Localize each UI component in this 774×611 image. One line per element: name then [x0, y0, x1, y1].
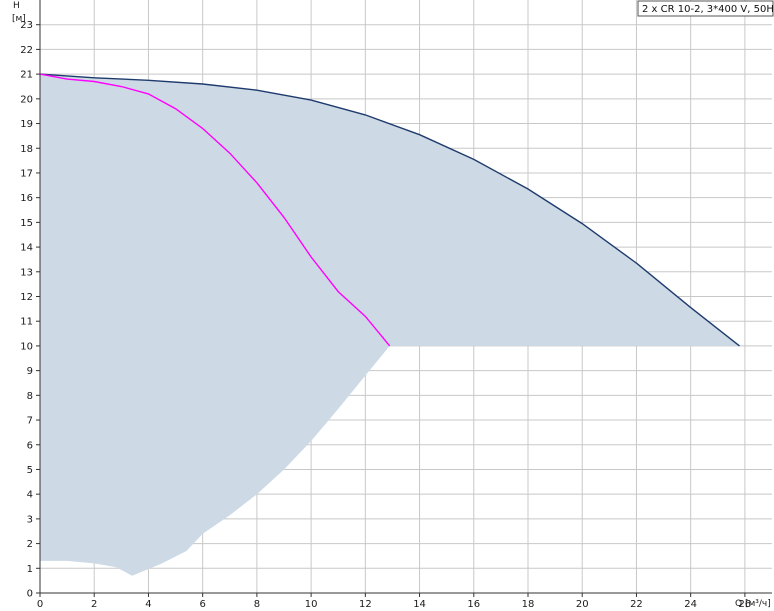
x-tick-label: 14: [413, 599, 426, 610]
y-tick-label: 11: [20, 317, 33, 328]
y-tick-label: 1: [27, 564, 33, 575]
y-tick-label: 14: [20, 243, 33, 254]
y-tick-label: 20: [20, 94, 33, 105]
y-axis-label: H: [13, 1, 20, 11]
legend-box: 2 x CR 10-2, 3*400 V, 50Hz: [637, 0, 774, 17]
y-tick-label: 5: [27, 465, 33, 476]
y-tick-label: 2: [27, 539, 33, 550]
x-tick-label: 18: [522, 599, 535, 610]
y-tick-label: 7: [27, 416, 33, 427]
y-tick-label: 9: [27, 366, 33, 377]
y-tick-label: 22: [20, 45, 33, 56]
y-tick-label: 12: [20, 292, 33, 303]
y-tick-label: 10: [20, 341, 33, 352]
x-axis-label: Q [м³/ч]: [735, 599, 771, 609]
y-tick-label: 6: [27, 440, 33, 451]
x-tick-label: 0: [37, 599, 43, 610]
x-tick-label: 4: [145, 599, 151, 610]
y-tick-label: 8: [27, 391, 33, 402]
y-tick-label: 16: [20, 193, 33, 204]
y-tick-label: 3: [27, 514, 33, 525]
y-tick-label: 19: [20, 119, 33, 130]
x-tick-label: 12: [359, 599, 372, 610]
y-tick-label: 15: [20, 218, 33, 229]
y-tick-label: 0: [27, 589, 33, 600]
y-axis-unit: [м]: [12, 14, 26, 24]
y-tick-label: 18: [20, 144, 33, 155]
chart-title: 2 x CR 10-2, 3*400 V, 50Hz: [642, 4, 774, 15]
x-tick-label: 6: [199, 599, 205, 610]
x-tick-label: 8: [254, 599, 260, 610]
x-tick-label: 20: [576, 599, 589, 610]
y-tick-label: 21: [20, 70, 33, 81]
y-tick-label: 13: [20, 267, 33, 278]
y-tick-label: 4: [27, 490, 33, 501]
pump-curve-chart: 012345678910111213141516171819202122230 2…: [0, 0, 774, 611]
x-tick-label: 2: [91, 599, 97, 610]
y-tick-label: 17: [20, 168, 33, 179]
x-tick-label: 24: [684, 599, 697, 610]
x-tick-label: 22: [630, 599, 643, 610]
x-tick-label: 10: [305, 599, 318, 610]
x-tick-label: 16: [467, 599, 480, 610]
